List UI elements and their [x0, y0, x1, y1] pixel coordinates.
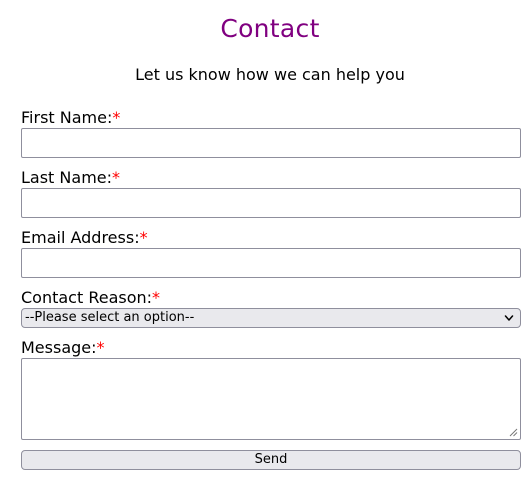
last-name-label-text: Last Name: — [21, 168, 113, 187]
message-label-text: Message: — [21, 338, 97, 357]
email-label-text: Email Address: — [21, 228, 140, 247]
message-textarea[interactable] — [21, 358, 521, 440]
page-title: Contact — [220, 14, 320, 43]
last-name-label: Last Name:* — [21, 168, 521, 188]
first-name-label-text: First Name: — [21, 108, 113, 127]
required-marker: * — [96, 338, 105, 357]
send-button[interactable]: Send — [21, 450, 521, 470]
first-name-field[interactable] — [21, 128, 521, 158]
contact-form: First Name:* Last Name:* Email Address:*… — [21, 108, 521, 470]
contact-reason-selected-value: --Please select an option-- — [25, 310, 195, 325]
page-subtitle: Let us know how we can help you — [135, 65, 405, 84]
required-marker: * — [112, 168, 121, 187]
chevron-down-icon — [504, 315, 514, 321]
contact-reason-label-text: Contact Reason: — [21, 288, 153, 307]
first-name-label: First Name:* — [21, 108, 521, 128]
required-marker: * — [112, 108, 121, 127]
required-marker: * — [152, 288, 161, 307]
message-label: Message:* — [21, 338, 521, 358]
email-label: Email Address:* — [21, 228, 521, 248]
contact-reason-select[interactable]: --Please select an option-- — [21, 308, 521, 328]
email-field[interactable] — [21, 248, 521, 278]
last-name-field[interactable] — [21, 188, 521, 218]
required-marker: * — [139, 228, 148, 247]
contact-reason-label: Contact Reason:* — [21, 288, 521, 308]
resize-grip-icon[interactable] — [508, 427, 518, 437]
